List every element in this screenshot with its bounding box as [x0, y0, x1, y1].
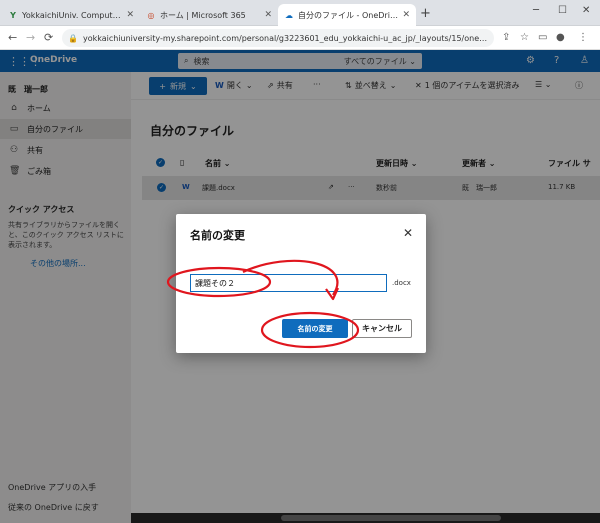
m365-logo-icon: ◎ [147, 10, 155, 20]
browser-menu-icon[interactable]: ⋮ [578, 32, 588, 43]
browser-tab-onedrive[interactable]: ☁ 自分のファイル - OneDrive ✕ [278, 4, 416, 26]
dialog-title: 名前の変更 [190, 229, 245, 242]
close-window-icon[interactable]: ✕ [582, 5, 590, 16]
close-icon[interactable]: ✕ [264, 10, 272, 20]
browser-tab-strip: Y YokkaichiUniv. ComputerCenter | ✕ ◎ ホー… [0, 0, 600, 26]
share-page-icon[interactable]: ⇪ [502, 32, 510, 43]
reload-icon[interactable]: ⟳ [44, 31, 53, 44]
minimize-icon[interactable]: ─ [533, 5, 539, 16]
url-field[interactable]: 🔒 yokkaichiuniversity-my.sharepoint.com/… [62, 29, 494, 47]
rename-dialog: 名前の変更 ✕ .docx 名前の変更 キャンセル [176, 214, 426, 353]
tab-label: 自分のファイル - OneDrive [298, 10, 399, 20]
forward-arrow-icon[interactable]: → [26, 31, 35, 44]
close-icon[interactable]: ✕ [402, 10, 410, 20]
rename-button[interactable]: 名前の変更 [282, 319, 348, 338]
tab-label: YokkaichiUniv. ComputerCenter | [22, 10, 122, 20]
url-text: yokkaichiuniversity-my.sharepoint.com/pe… [82, 33, 488, 43]
close-icon[interactable]: ✕ [126, 10, 134, 20]
sidepanel-icon[interactable]: ▭ [538, 32, 547, 43]
y-logo-icon: Y [10, 10, 16, 20]
profile-icon[interactable]: ● [556, 32, 565, 43]
lock-icon: 🔒 [68, 33, 78, 43]
browser-address-bar: ← → ⟳ 🔒 yokkaichiuniversity-my.sharepoin… [0, 26, 600, 50]
browser-tab-computercenter[interactable]: Y YokkaichiUniv. ComputerCenter | ✕ [2, 4, 140, 26]
file-extension: .docx [392, 279, 411, 287]
back-arrow-icon[interactable]: ← [8, 31, 17, 44]
tab-label: ホーム | Microsoft 365 [160, 10, 246, 20]
new-name-input[interactable] [190, 274, 387, 292]
new-tab-icon[interactable]: + [420, 6, 431, 21]
maximize-icon[interactable]: ☐ [558, 5, 567, 16]
bookmark-star-icon[interactable]: ☆ [520, 32, 529, 43]
browser-tab-microsoft365[interactable]: ◎ ホーム | Microsoft 365 ✕ [140, 4, 278, 26]
cancel-button[interactable]: キャンセル [352, 319, 412, 338]
cloud-icon: ☁ [285, 10, 293, 20]
close-icon[interactable]: ✕ [403, 226, 413, 240]
